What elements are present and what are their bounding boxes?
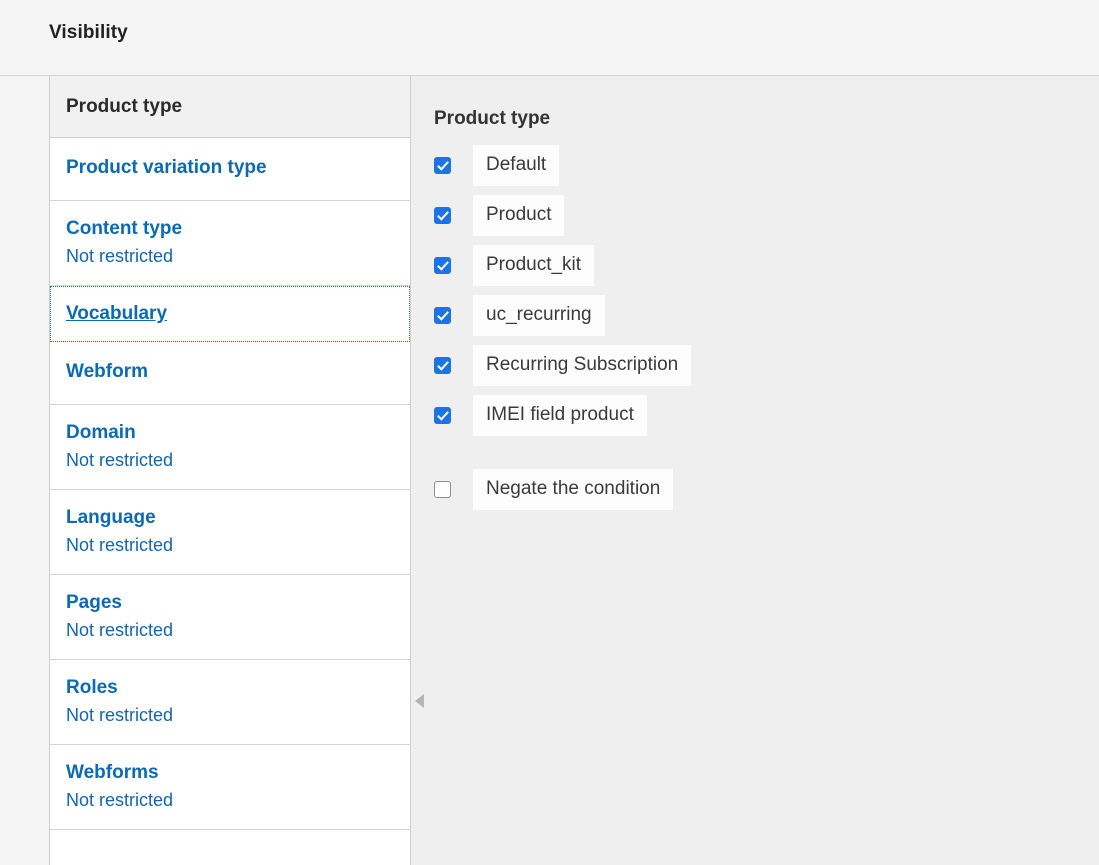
panel-heading: Product type [434, 108, 551, 129]
sidebar-item-webform[interactable]: Webform [50, 342, 410, 405]
sidebar-item-label[interactable]: Webform [66, 360, 394, 384]
option-label[interactable]: Default [473, 144, 560, 186]
triangle-left-glyph [414, 694, 424, 708]
option-label[interactable]: Recurring Subscription [473, 344, 692, 386]
option-checkbox[interactable] [434, 406, 451, 424]
option-label[interactable]: IMEI field product [473, 394, 647, 436]
sidebar-item-label[interactable]: Roles [66, 676, 394, 700]
option-label[interactable]: Product_kit [473, 244, 595, 286]
option-row[interactable]: Default [434, 140, 1074, 190]
option-label[interactable]: uc_recurring [473, 294, 605, 336]
sidebar-item-domain[interactable]: Domain Not restricted [50, 405, 410, 490]
sidebar-item-label[interactable]: Content type [66, 217, 394, 241]
sidebar-item-summary: Not restricted [66, 246, 174, 266]
option-checkbox[interactable] [434, 256, 451, 274]
option-checkbox[interactable] [434, 356, 451, 374]
sidebar-item-vocabulary[interactable]: Vocabulary [50, 286, 410, 342]
option-checkbox[interactable] [434, 306, 451, 324]
sidebar-item-content-type[interactable]: Content type Not restricted [50, 201, 410, 286]
sidebar-item-language[interactable]: Language Not restricted [50, 490, 410, 575]
option-checkbox[interactable] [434, 206, 451, 224]
sidebar-item-webforms[interactable]: Webforms Not restricted [50, 745, 410, 830]
negate-condition-checkbox[interactable] [434, 480, 451, 498]
sidebar-item-summary: Not restricted [66, 620, 174, 640]
sidebar-item-label[interactable]: Product variation type [66, 156, 394, 180]
option-row[interactable]: IMEI field product [434, 390, 1074, 440]
option-row[interactable]: Product_kit [434, 240, 1074, 290]
sidebar-item-pages[interactable]: Pages Not restricted [50, 575, 410, 660]
sidebar-item-summary: Not restricted [66, 705, 174, 725]
sidebar-list: Product variation type Content type Not re… [50, 138, 410, 830]
sidebar-item-label[interactable]: Pages [66, 591, 394, 615]
sidebar-item-label[interactable]: Domain [66, 421, 394, 445]
sidebar-item-summary: Not restricted [66, 535, 174, 555]
negate-condition-label[interactable]: Negate the condition [473, 468, 674, 510]
sidebar-item-label[interactable]: Vocabulary [66, 302, 394, 326]
negate-condition-row[interactable]: Negate the condition [434, 464, 1074, 514]
sidebar-header-title: Product type [66, 95, 183, 117]
sidebar-item-roles[interactable]: Roles Not restricted [50, 660, 410, 745]
product-type-options: Default Product Product_kit uc_recurring Rec… [434, 140, 1074, 440]
sidebar-item-summary: Not restricted [66, 450, 174, 470]
page-title: Visibility [49, 22, 128, 43]
sidebar-item-label[interactable]: Language [66, 506, 394, 530]
option-label[interactable]: Product [473, 194, 565, 236]
triangle-left-icon[interactable] [412, 690, 426, 712]
option-row[interactable]: Product [434, 190, 1074, 240]
condition-settings-panel: Product type Default Product Product_kituc… [434, 108, 1074, 514]
visibility-conditions-sidebar: Product type Product variation type Conte… [49, 76, 411, 865]
sidebar-item-label[interactable]: Webforms [66, 761, 394, 785]
option-checkbox[interactable] [434, 156, 451, 174]
sidebar-header: Product type [50, 76, 410, 138]
option-row[interactable]: Recurring Subscription [434, 340, 1074, 390]
sidebar-item-summary: Not restricted [66, 790, 174, 810]
option-row[interactable]: uc_recurring [434, 290, 1074, 340]
sidebar-item-product-variation-type[interactable]: Product variation type [50, 138, 410, 201]
